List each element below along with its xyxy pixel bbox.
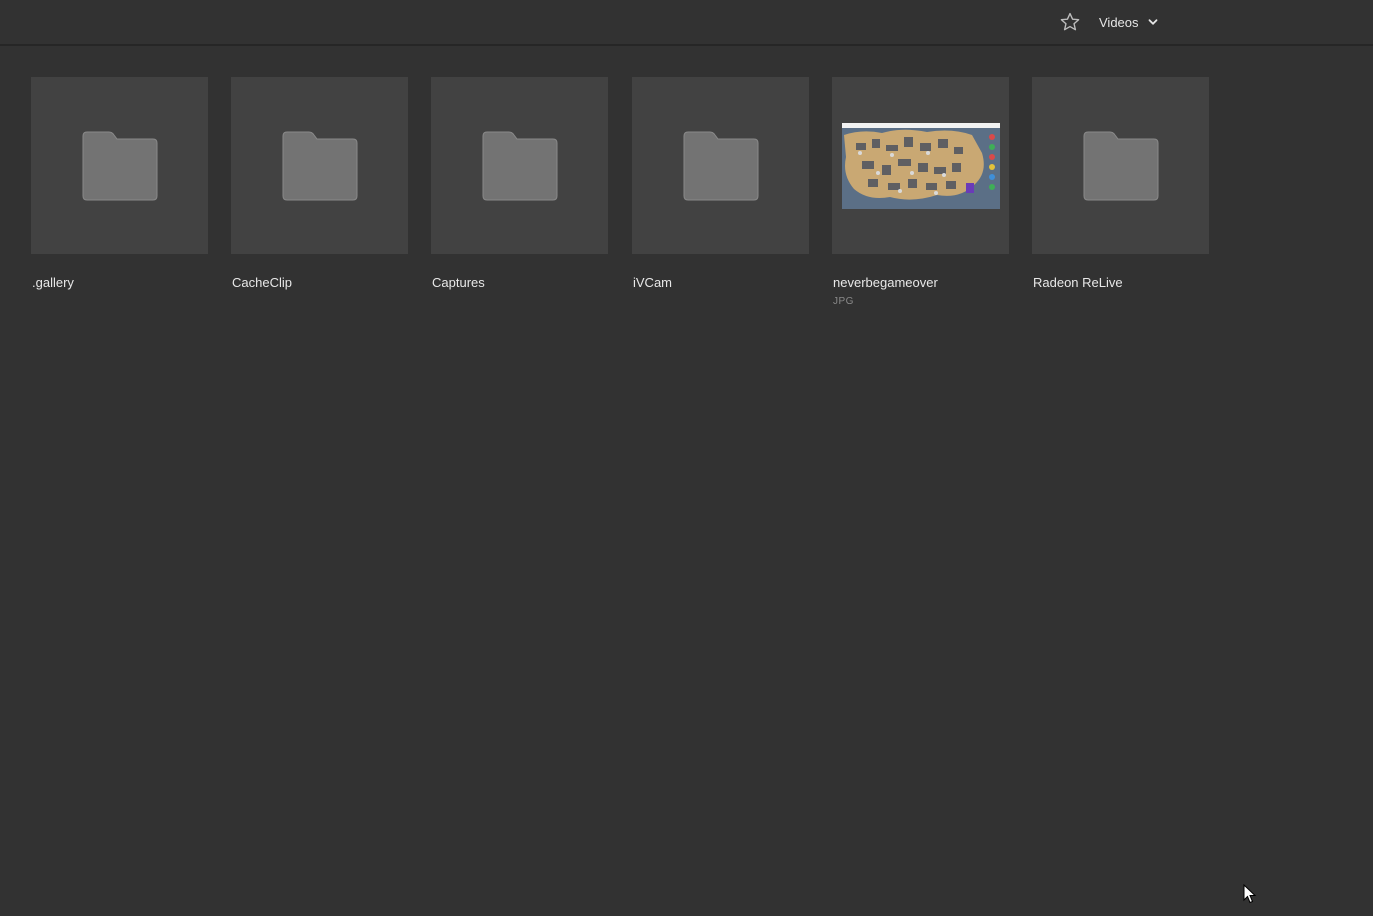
folder-thumbnail <box>431 77 608 254</box>
tile-label: Captures <box>432 275 485 290</box>
image-tile-neverbegameover[interactable]: neverbegameover JPG <box>832 77 1009 307</box>
folder-icon <box>1083 131 1158 200</box>
chevron-down-icon <box>1148 19 1157 25</box>
folder-thumbnail <box>231 77 408 254</box>
tile-label: Radeon ReLive <box>1033 275 1123 290</box>
tile-label: CacheClip <box>232 275 292 290</box>
folder-icon <box>683 131 758 200</box>
location-dropdown[interactable]: Videos <box>1093 10 1165 34</box>
folder-tile-radeon-relive[interactable]: Radeon ReLive <box>1032 77 1209 290</box>
tile-label: iVCam <box>633 275 673 290</box>
location-label: Videos <box>1099 14 1139 30</box>
folder-thumbnail <box>632 77 809 254</box>
game-screenshot-thumbnail <box>841 122 1000 209</box>
folder-thumbnail <box>31 77 208 254</box>
file-type-label: JPG <box>833 296 854 307</box>
top-toolbar: Videos <box>0 0 1373 46</box>
folder-icon <box>482 131 557 200</box>
image-thumbnail <box>832 77 1009 254</box>
folder-tile-ivcam[interactable]: iVCam <box>632 77 809 290</box>
tile-label: .gallery <box>32 275 74 290</box>
folder-icon <box>282 131 357 200</box>
folder-tile-cacheclip[interactable]: CacheClip <box>231 77 408 290</box>
folder-icon <box>82 131 157 200</box>
tile-label: neverbegameover <box>833 275 938 290</box>
mouse-pointer-icon <box>1243 884 1257 904</box>
folder-tile-captures[interactable]: Captures <box>431 77 608 290</box>
star-outline-icon[interactable] <box>1059 11 1081 33</box>
folder-thumbnail <box>1032 77 1209 254</box>
folder-tile-gallery[interactable]: .gallery <box>31 77 208 290</box>
